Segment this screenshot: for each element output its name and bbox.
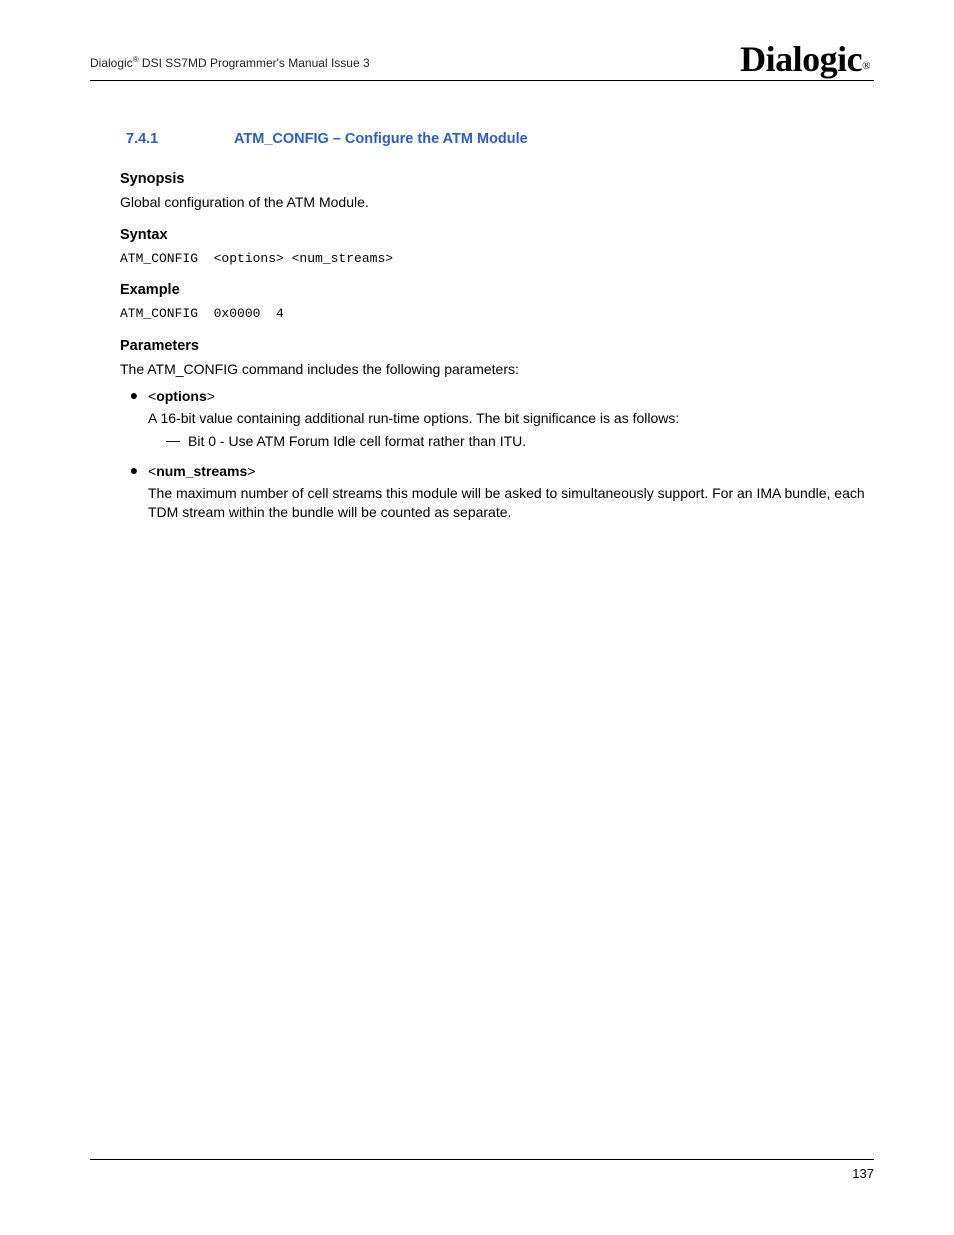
dash-icon: — bbox=[166, 432, 188, 454]
example-code: ATM_CONFIG 0x0000 4 bbox=[120, 304, 874, 324]
example-heading: Example bbox=[120, 282, 874, 298]
brand-logo: Dialogic® bbox=[740, 38, 874, 80]
section-number: 7.4.1 bbox=[126, 131, 234, 147]
section-heading: 7.4.1 ATM_CONFIG – Configure the ATM Mod… bbox=[120, 131, 874, 147]
bullet-icon: ● bbox=[120, 387, 148, 454]
page: Dialogic® DSI SS7MD Programmer's Manual … bbox=[0, 0, 954, 1235]
bullet-icon: ● bbox=[120, 462, 148, 525]
synopsis-text: Global configuration of the ATM Module. bbox=[120, 193, 874, 213]
header-doc-prefix: Dialogic bbox=[90, 56, 133, 70]
logo-registered: ® bbox=[862, 60, 870, 72]
header-doc-suffix: DSI SS7MD Programmer's Manual Issue 3 bbox=[139, 56, 370, 70]
syntax-heading: Syntax bbox=[120, 227, 874, 243]
param-sub-item: — Bit 0 - Use ATM Forum Idle cell format… bbox=[148, 432, 874, 454]
param-item: ● <options> A 16-bit value containing ad… bbox=[120, 387, 874, 454]
param-name-row: <options> bbox=[148, 387, 874, 407]
page-header: Dialogic® DSI SS7MD Programmer's Manual … bbox=[90, 0, 874, 81]
param-sub-text: Bit 0 - Use ATM Forum Idle cell format r… bbox=[188, 432, 526, 452]
param-item: ● <num_streams> The maximum number of ce… bbox=[120, 462, 874, 525]
syntax-code: ATM_CONFIG <options> <num_streams> bbox=[120, 249, 874, 269]
param-body: <options> A 16-bit value containing addi… bbox=[148, 387, 874, 454]
param-name: options bbox=[156, 388, 207, 404]
param-desc: The maximum number of cell streams this … bbox=[148, 484, 874, 523]
content-column: 7.4.1 ATM_CONFIG – Configure the ATM Mod… bbox=[90, 131, 874, 525]
param-name-row: <num_streams> bbox=[148, 462, 874, 482]
page-footer: 137 bbox=[90, 1159, 874, 1181]
param-desc: A 16-bit value containing additional run… bbox=[148, 409, 874, 429]
param-body: <num_streams> The maximum number of cell… bbox=[148, 462, 874, 525]
parameters-heading: Parameters bbox=[120, 338, 874, 354]
param-name: num_streams bbox=[156, 463, 247, 479]
parameters-intro: The ATM_CONFIG command includes the foll… bbox=[120, 360, 874, 380]
logo-text: Dialogic bbox=[740, 39, 862, 79]
header-doc-title: Dialogic® DSI SS7MD Programmer's Manual … bbox=[90, 55, 370, 76]
section-title: ATM_CONFIG – Configure the ATM Module bbox=[234, 131, 528, 147]
page-number: 137 bbox=[852, 1166, 874, 1181]
synopsis-heading: Synopsis bbox=[120, 171, 874, 187]
